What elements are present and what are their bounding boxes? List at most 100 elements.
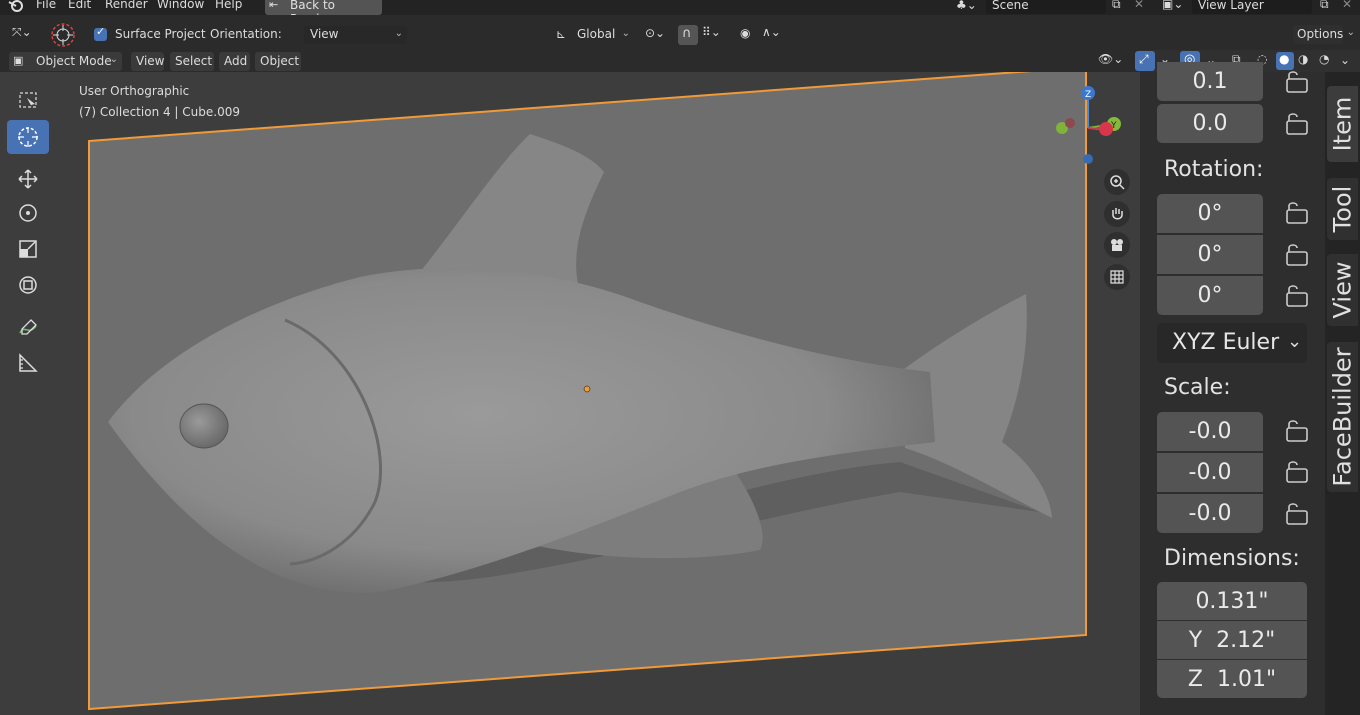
lock-icon[interactable] — [1280, 200, 1308, 226]
gizmo-y-label: Y — [1110, 121, 1117, 131]
dimensions-label: Dimensions: — [1164, 546, 1300, 571]
scale-y-field[interactable]: -0.0 — [1157, 453, 1263, 492]
dimension-x-field[interactable]: 0.131" — [1157, 582, 1307, 620]
back-to-previous-button[interactable]: ⇤ Back to Previous — [265, 0, 382, 26]
move-tool[interactable] — [7, 162, 49, 196]
options-dropdown[interactable]: Options ⌄ — [1293, 25, 1355, 44]
scene-icon[interactable]: ♣⌄ — [956, 0, 977, 12]
lock-icon[interactable] — [1280, 501, 1308, 527]
add-menu[interactable]: Add — [219, 52, 250, 71]
surface-project-checkbox[interactable]: ✓ — [94, 25, 107, 41]
location-z-field[interactable]: 0.0 — [1157, 104, 1263, 143]
lock-icon[interactable] — [1280, 242, 1308, 268]
pivot-point-icon[interactable]: ⊙⌄ — [645, 26, 665, 40]
viewport-canvas[interactable]: Z Y — [0, 72, 1140, 715]
annotate-icon — [19, 319, 37, 335]
tab-facebuilder[interactable]: FaceBuilder — [1327, 342, 1358, 492]
3d-viewport[interactable]: Z Y User Orthographic (7) Collection 4 |… — [0, 72, 1140, 715]
cursor-tool[interactable] — [7, 120, 49, 154]
tab-view[interactable]: View — [1327, 254, 1358, 326]
rotate-tool[interactable] — [7, 196, 49, 230]
select-box-icon — [19, 92, 37, 109]
properties-sidebar: ◎ ⌄ ⧉ ◌ ● ◑ ◔ ⌄ 0.1 0.0 Rotation: 0° 0° … — [1140, 51, 1350, 715]
solid-shading-icon[interactable]: ● — [1276, 52, 1294, 70]
lock-icon[interactable] — [1280, 459, 1308, 485]
menu-edit[interactable]: Edit — [68, 0, 91, 11]
mode-dropdown[interactable]: ▣ Object Mode ⌄ — [9, 52, 122, 71]
gizmo-neg-z-axis[interactable] — [1083, 154, 1093, 164]
visibility-eye-icon[interactable]: 👁⌄ — [1098, 52, 1123, 66]
menu-render[interactable]: Render — [105, 0, 148, 11]
sidebar-tabs: Item Tool View FaceBuilder — [1325, 72, 1360, 715]
lock-icon[interactable] — [1280, 111, 1308, 137]
object-mode-icon: ▣ — [13, 54, 24, 67]
measure-tool[interactable] — [7, 346, 49, 380]
menu-file[interactable]: File — [36, 0, 56, 11]
rotation-x-field[interactable]: 0° — [1157, 194, 1263, 233]
chevron-down-icon[interactable]: ⌄ — [1340, 53, 1350, 67]
pan-hand-icon[interactable] — [1104, 201, 1130, 227]
snap-toggle-icon[interactable]: ∩ — [678, 25, 698, 45]
scale-z-field[interactable]: -0.0 — [1157, 494, 1263, 533]
tool-type-icon[interactable]: ⤧⌄ — [12, 25, 32, 40]
chevron-down-icon: ⌄ — [109, 54, 118, 65]
rendered-shading-icon[interactable]: ◔ — [1319, 52, 1329, 66]
tab-item[interactable]: Item — [1327, 86, 1358, 162]
surface-project-label: Surface Project — [115, 27, 206, 41]
collection-info: (7) Collection 4 | Cube.009 — [79, 105, 240, 119]
gizmo-neg-x-axis[interactable] — [1065, 118, 1075, 128]
proportional-editing-icon[interactable]: ◉ — [740, 26, 750, 40]
falloff-icon[interactable]: ∧⌄ — [762, 25, 781, 39]
scale-tool[interactable] — [7, 232, 49, 266]
tab-tool[interactable]: Tool — [1327, 178, 1358, 240]
transform-orientation-icon: ⊾ — [556, 27, 567, 41]
scale-label: Scale: — [1164, 375, 1231, 400]
chevron-down-icon: ⌄ — [394, 28, 403, 39]
rotation-label: Rotation: — [1164, 157, 1264, 182]
camera-icon[interactable] — [1104, 232, 1130, 258]
rotation-z-field[interactable]: 0° — [1157, 276, 1263, 315]
view-layer-icon[interactable]: ▣⌄ — [1162, 0, 1183, 11]
remove-view-layer-icon[interactable]: ✕ — [1342, 0, 1352, 11]
view-layer-field[interactable]: View Layer — [1192, 0, 1312, 14]
gizmo-toggle-icon[interactable]: ⤢ — [1135, 51, 1155, 71]
gizmo-z-label: Z — [1085, 90, 1091, 100]
view-name: User Orthographic — [79, 84, 190, 98]
menu-window[interactable]: Window — [157, 0, 204, 11]
grid-icon[interactable] — [1104, 264, 1130, 290]
select-menu[interactable]: Select — [170, 52, 214, 71]
view-menu[interactable]: View — [131, 52, 164, 71]
copy-scene-icon[interactable]: ⧉ — [1112, 0, 1121, 12]
location-y-field[interactable]: 0.1 — [1157, 62, 1263, 101]
select-box-tool[interactable] — [7, 84, 49, 118]
tool-settings-bar: ⤧⌄ ✓ Surface Project Orientation: View ⌄… — [0, 15, 1360, 50]
scale-x-field[interactable]: -0.0 — [1157, 412, 1263, 451]
annotate-cursor-icon[interactable] — [50, 22, 76, 48]
material-shading-icon[interactable]: ◑ — [1298, 52, 1308, 66]
cursor-icon — [18, 127, 38, 147]
copy-view-layer-icon[interactable]: ⧉ — [1320, 0, 1329, 12]
snap-target-icon[interactable]: ⠿⌄ — [702, 25, 721, 39]
chevron-down-icon: ⌄ — [621, 28, 630, 39]
zoom-icon[interactable] — [1104, 169, 1130, 195]
transform-orientation-dropdown[interactable]: Global ⌄ — [572, 26, 634, 44]
chevron-down-icon: ⌄ — [1287, 331, 1303, 352]
fish-eye[interactable] — [179, 403, 229, 449]
lock-icon[interactable] — [1280, 418, 1308, 444]
lock-icon[interactable] — [1280, 283, 1308, 309]
dimension-z-field[interactable]: Z 1.01" — [1157, 660, 1307, 698]
annotate-tool[interactable] — [7, 310, 49, 344]
scene-field[interactable]: Scene — [986, 0, 1106, 14]
menu-help[interactable]: Help — [215, 0, 242, 11]
lock-icon[interactable] — [1280, 69, 1308, 95]
remove-scene-icon[interactable]: ✕ — [1134, 0, 1144, 11]
dimension-y-field[interactable]: Y 2.12" — [1157, 621, 1307, 659]
rotation-y-field[interactable]: 0° — [1157, 235, 1263, 274]
object-menu[interactable]: Object — [255, 52, 301, 71]
scale-icon — [19, 240, 37, 258]
transform-tool[interactable] — [7, 268, 49, 302]
chevron-down-icon: ⌄ — [1346, 27, 1355, 38]
rotation-mode-dropdown[interactable]: XYZ Euler ⌄ — [1157, 323, 1307, 363]
blender-logo-icon[interactable] — [7, 0, 25, 14]
orientation-dropdown[interactable]: View ⌄ — [304, 26, 407, 44]
